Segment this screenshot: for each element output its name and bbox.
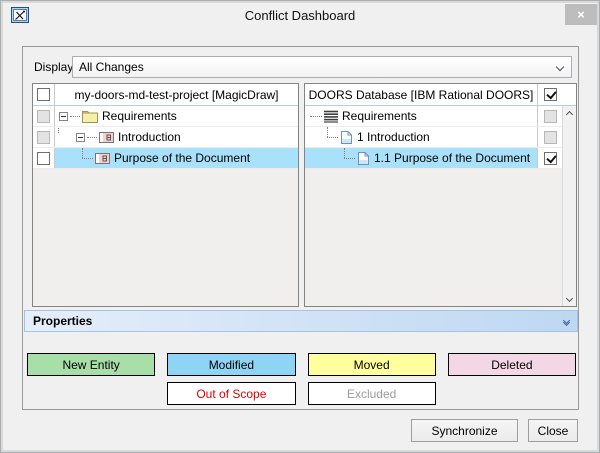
- chevron-down-icon: [556, 63, 564, 71]
- document-icon: [357, 151, 370, 166]
- tree-row[interactable]: 1 Introduction: [305, 127, 576, 148]
- tree-row[interactable]: Requirements: [33, 106, 298, 127]
- main-panel: Display: All Changes my-doors-md-test-pr…: [22, 46, 579, 410]
- display-filter-combobox[interactable]: All Changes: [72, 56, 572, 78]
- row-checkbox[interactable]: [37, 152, 50, 165]
- conflict-dashboard-dialog: Conflict Dashboard × Display: All Change…: [0, 0, 600, 453]
- doors-module-icon: [324, 110, 338, 123]
- legend: New Entity Modified Moved Deleted Out of…: [27, 353, 576, 405]
- close-button[interactable]: Close: [528, 419, 578, 442]
- requirement-icon: [99, 132, 114, 143]
- requirement-icon: [95, 153, 110, 164]
- double-chevron-down-icon[interactable]: [564, 318, 569, 325]
- row-checkbox: [37, 110, 50, 123]
- tree-item-label: Introduction: [118, 130, 181, 144]
- row-checkbox: [37, 131, 50, 144]
- row-checkbox: [544, 131, 557, 144]
- synchronize-button[interactable]: Synchronize: [411, 419, 518, 442]
- magicdraw-tree-table: my-doors-md-test-project [MagicDraw] Req…: [32, 83, 299, 307]
- scroll-down-icon[interactable]: [563, 290, 576, 306]
- magicdraw-select-all-checkbox[interactable]: [37, 88, 50, 101]
- tree-item-label: Purpose of the Document: [114, 151, 250, 165]
- properties-section-header[interactable]: Properties: [24, 310, 578, 332]
- document-icon: [340, 130, 353, 145]
- tree-row[interactable]: Introduction: [33, 127, 298, 148]
- display-label: Display:: [34, 60, 77, 74]
- scroll-up-icon[interactable]: [563, 106, 576, 122]
- magicdraw-header-row: my-doors-md-test-project [MagicDraw]: [33, 84, 298, 106]
- doors-header-title: DOORS Database [IBM Rational DOORS]: [305, 88, 537, 102]
- window-title: Conflict Dashboard: [1, 8, 599, 23]
- legend-new-entity: New Entity: [27, 353, 155, 376]
- tree-item-label: 1 Introduction: [357, 130, 430, 144]
- row-checkbox: [544, 110, 557, 123]
- legend-out-of-scope: Out of Scope: [167, 382, 295, 405]
- row-checkbox[interactable]: [544, 152, 557, 165]
- display-filter-value: All Changes: [79, 60, 144, 74]
- folder-icon: [82, 110, 98, 123]
- window-close-icon[interactable]: ×: [565, 4, 597, 25]
- vertical-scrollbar[interactable]: [562, 106, 576, 306]
- doors-select-all-checkbox[interactable]: [544, 88, 557, 101]
- tree-item-label: Requirements: [342, 109, 417, 123]
- collapse-toggle-icon[interactable]: [76, 133, 85, 142]
- legend-moved: Moved: [308, 353, 436, 376]
- tree-row-selected[interactable]: 1.1 Purpose of the Document: [305, 148, 576, 169]
- tree-item-label: Requirements: [102, 109, 177, 123]
- legend-excluded: Excluded: [308, 382, 436, 405]
- collapse-toggle-icon[interactable]: [59, 112, 68, 121]
- magicdraw-header-title: my-doors-md-test-project [MagicDraw]: [55, 88, 298, 102]
- tree-row-selected[interactable]: Purpose of the Document: [33, 148, 298, 169]
- doors-tree-table: DOORS Database [IBM Rational DOORS] Requ: [304, 83, 577, 307]
- doors-header-row: DOORS Database [IBM Rational DOORS]: [305, 84, 576, 106]
- legend-deleted: Deleted: [448, 353, 576, 376]
- tree-item-label: 1.1 Purpose of the Document: [374, 151, 530, 165]
- title-bar[interactable]: Conflict Dashboard ×: [1, 1, 599, 33]
- legend-modified: Modified: [167, 353, 295, 376]
- properties-label: Properties: [33, 314, 564, 328]
- tree-row[interactable]: Requirements: [305, 106, 576, 127]
